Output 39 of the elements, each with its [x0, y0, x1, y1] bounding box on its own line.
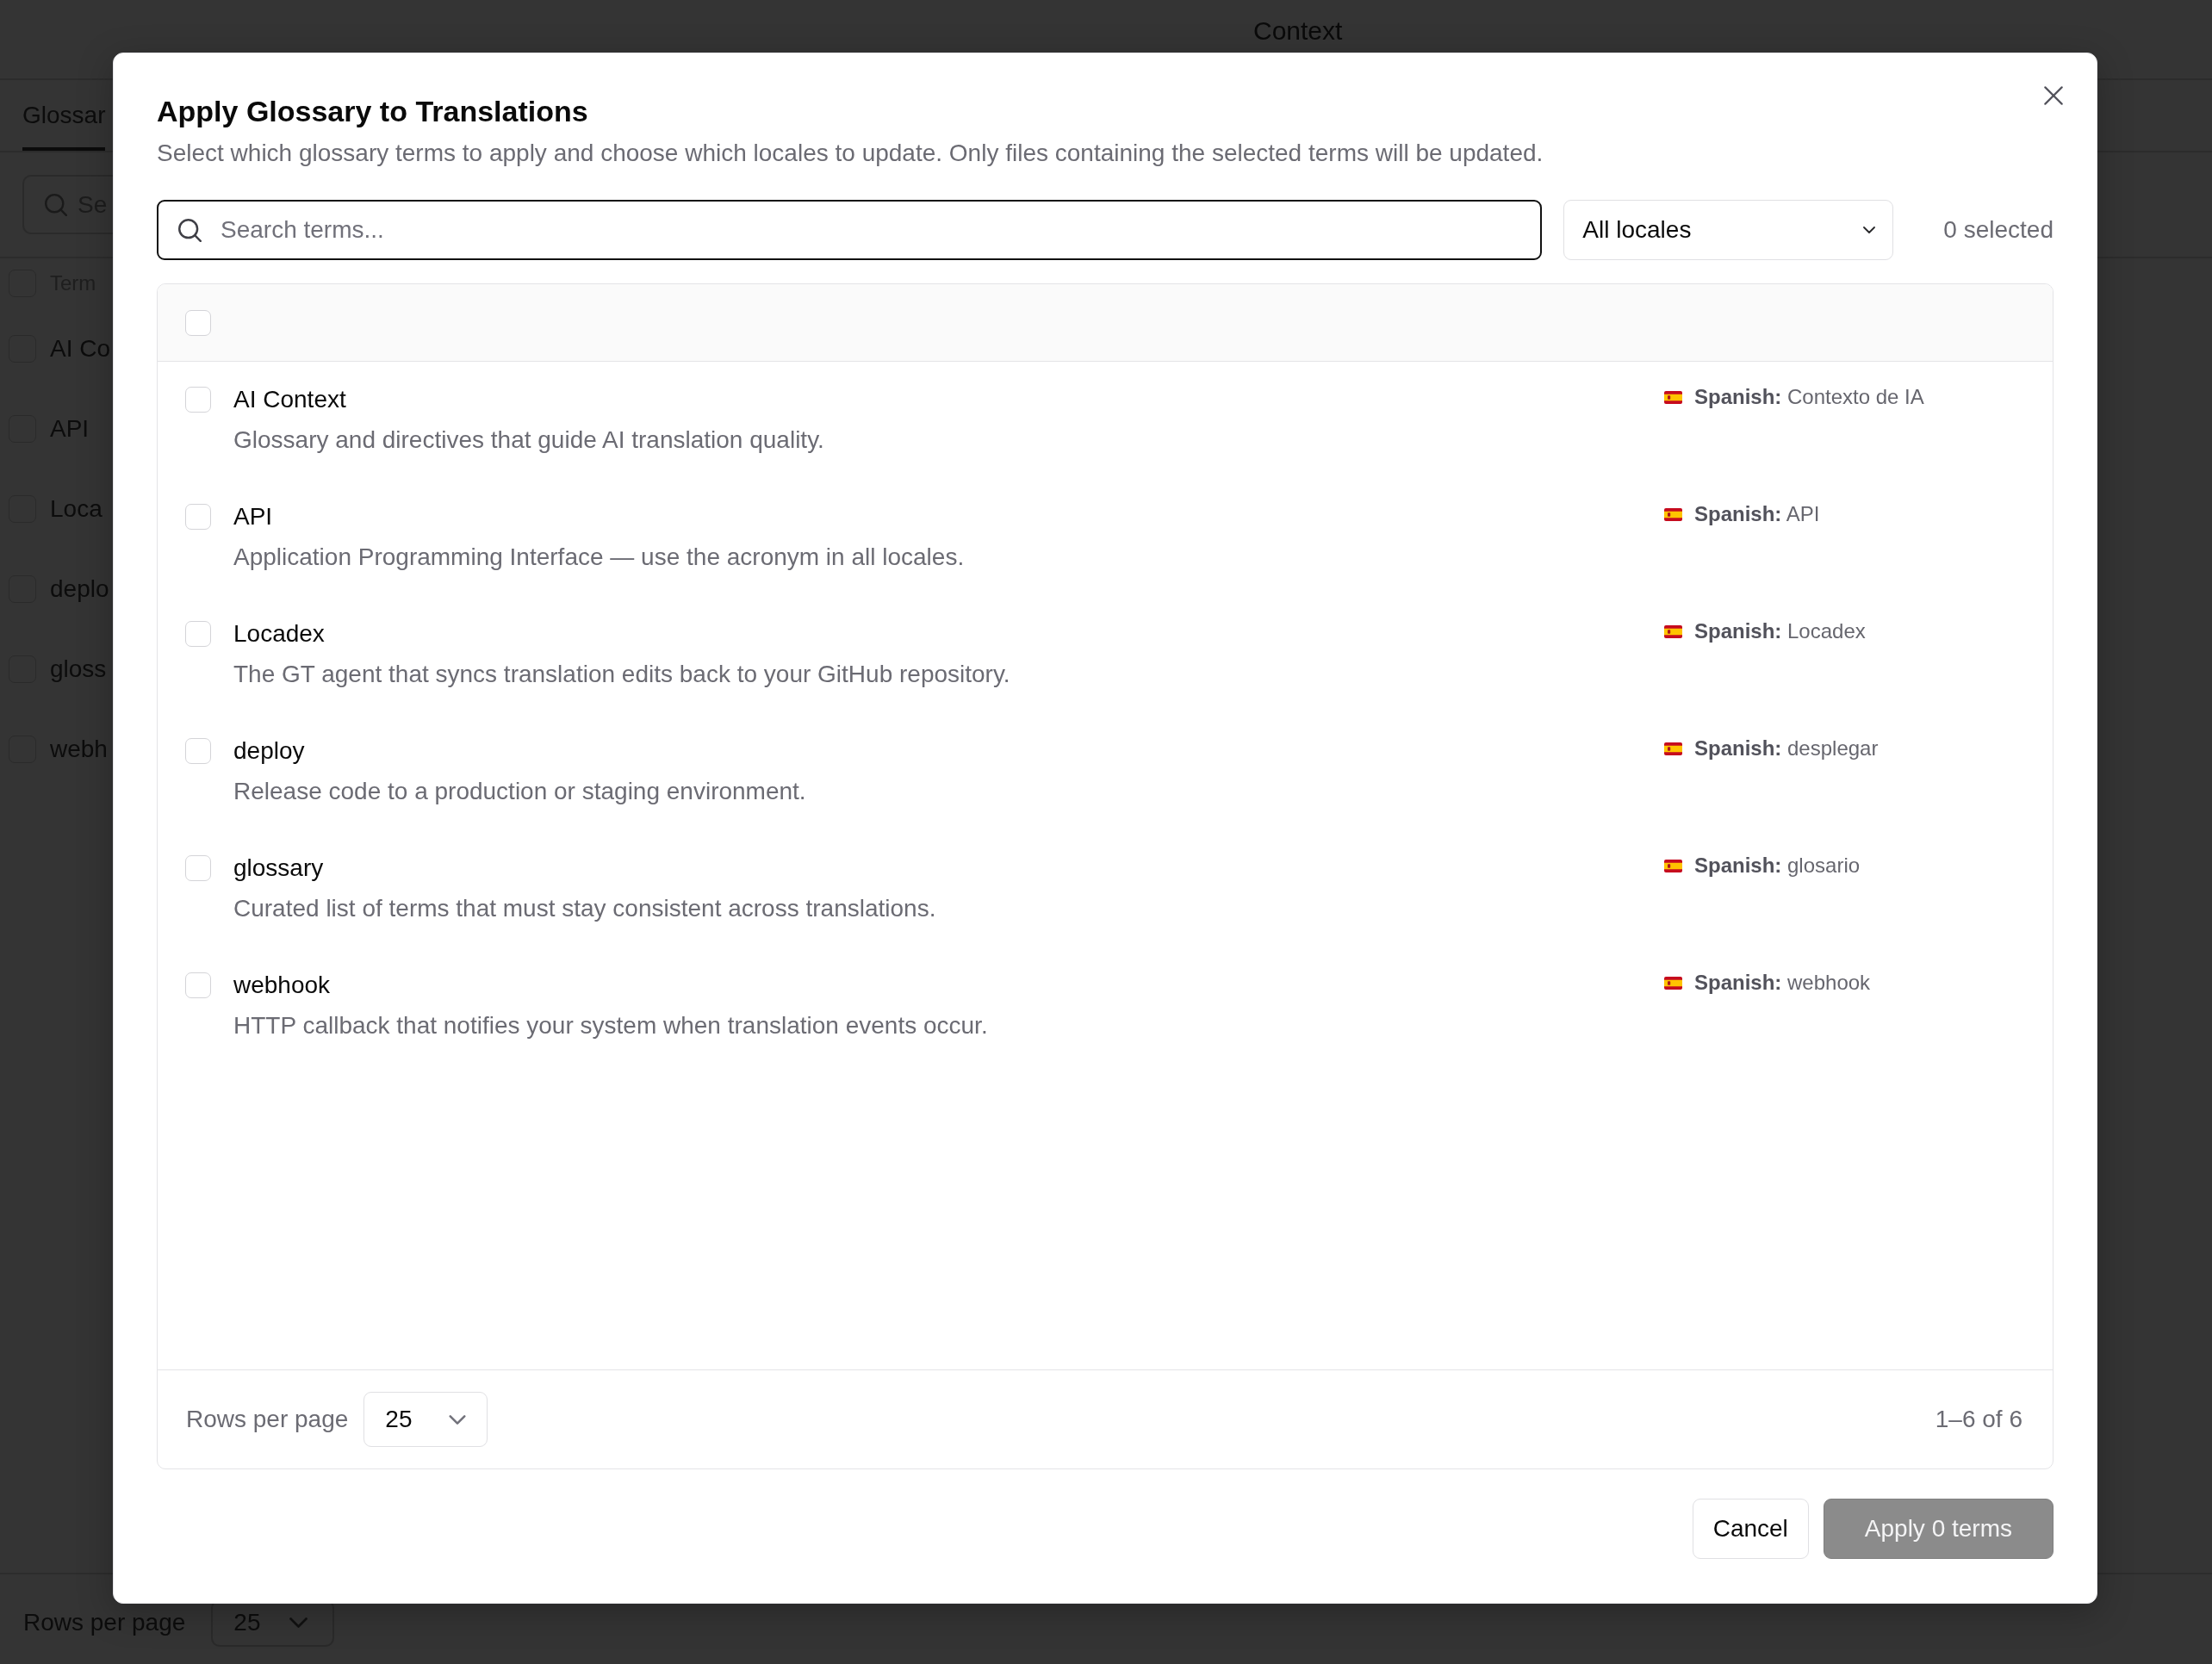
term-name: API: [233, 502, 273, 531]
translation-text: Spanish: API: [1694, 501, 1820, 527]
chevron-down-icon: [289, 1617, 308, 1628]
cancel-button[interactable]: Cancel: [1692, 1499, 1809, 1559]
term-description: Curated list of terms that must stay consistent across translations.: [233, 894, 936, 923]
term-description: HTTP callback that notifies your system when translation events occur.: [233, 1011, 988, 1040]
translation-text: Spanish: glosario: [1694, 853, 1861, 879]
chevron-down-icon: [449, 1414, 467, 1425]
term-description: Glossary and directives that guide AI translation quality.: [233, 425, 824, 455]
dialog-title: Apply Glossary to Translations: [157, 94, 588, 129]
pagination-range: 1–6 of 6: [1935, 1406, 2022, 1433]
search-icon: [178, 218, 202, 242]
translation-text: Spanish: webhook: [1694, 970, 1871, 996]
translation-text: Spanish: Contexto de IA: [1694, 384, 1924, 410]
dialog-description: Select which glossary terms to apply and choose which locales to update. Only files containing the selected terms will be updated.: [157, 139, 1544, 168]
rows-per-page-select[interactable]: 25: [363, 1392, 488, 1447]
search-icon: [45, 193, 67, 216]
flag-icon: [1664, 742, 1682, 755]
translation-text: Spanish: desplegar: [1694, 736, 1879, 761]
term-name: deploy: [233, 736, 305, 766]
flag-icon: [1664, 507, 1682, 521]
flag-icon: [1664, 624, 1682, 638]
chevron-down-icon: [1863, 227, 1876, 233]
term-description: Application Programming Interface — use the acronym in all locales.: [233, 543, 965, 572]
translation-text: Spanish: Locadex: [1694, 618, 1866, 644]
search-field[interactable]: Search terms...: [157, 200, 1543, 260]
locale-select[interactable]: All locales: [1563, 200, 1894, 260]
close-icon: [2044, 86, 2063, 105]
term-description: Release code to a production or staging environment.: [233, 777, 806, 806]
term-name: glossary: [233, 854, 324, 883]
flag-icon: [1664, 390, 1682, 404]
term-description: The GT agent that syncs translation edits back to your GitHub repository.: [233, 660, 1010, 689]
flag-icon: [1664, 859, 1682, 872]
flag-icon: [1664, 976, 1682, 990]
term-name: Locadex: [233, 619, 325, 649]
term-name: webhook: [233, 971, 331, 1000]
selection-count: 0 selected: [1943, 216, 2054, 244]
term-name: AI Context: [233, 385, 346, 414]
rows-per-page-label: Rows per page: [186, 1406, 349, 1433]
